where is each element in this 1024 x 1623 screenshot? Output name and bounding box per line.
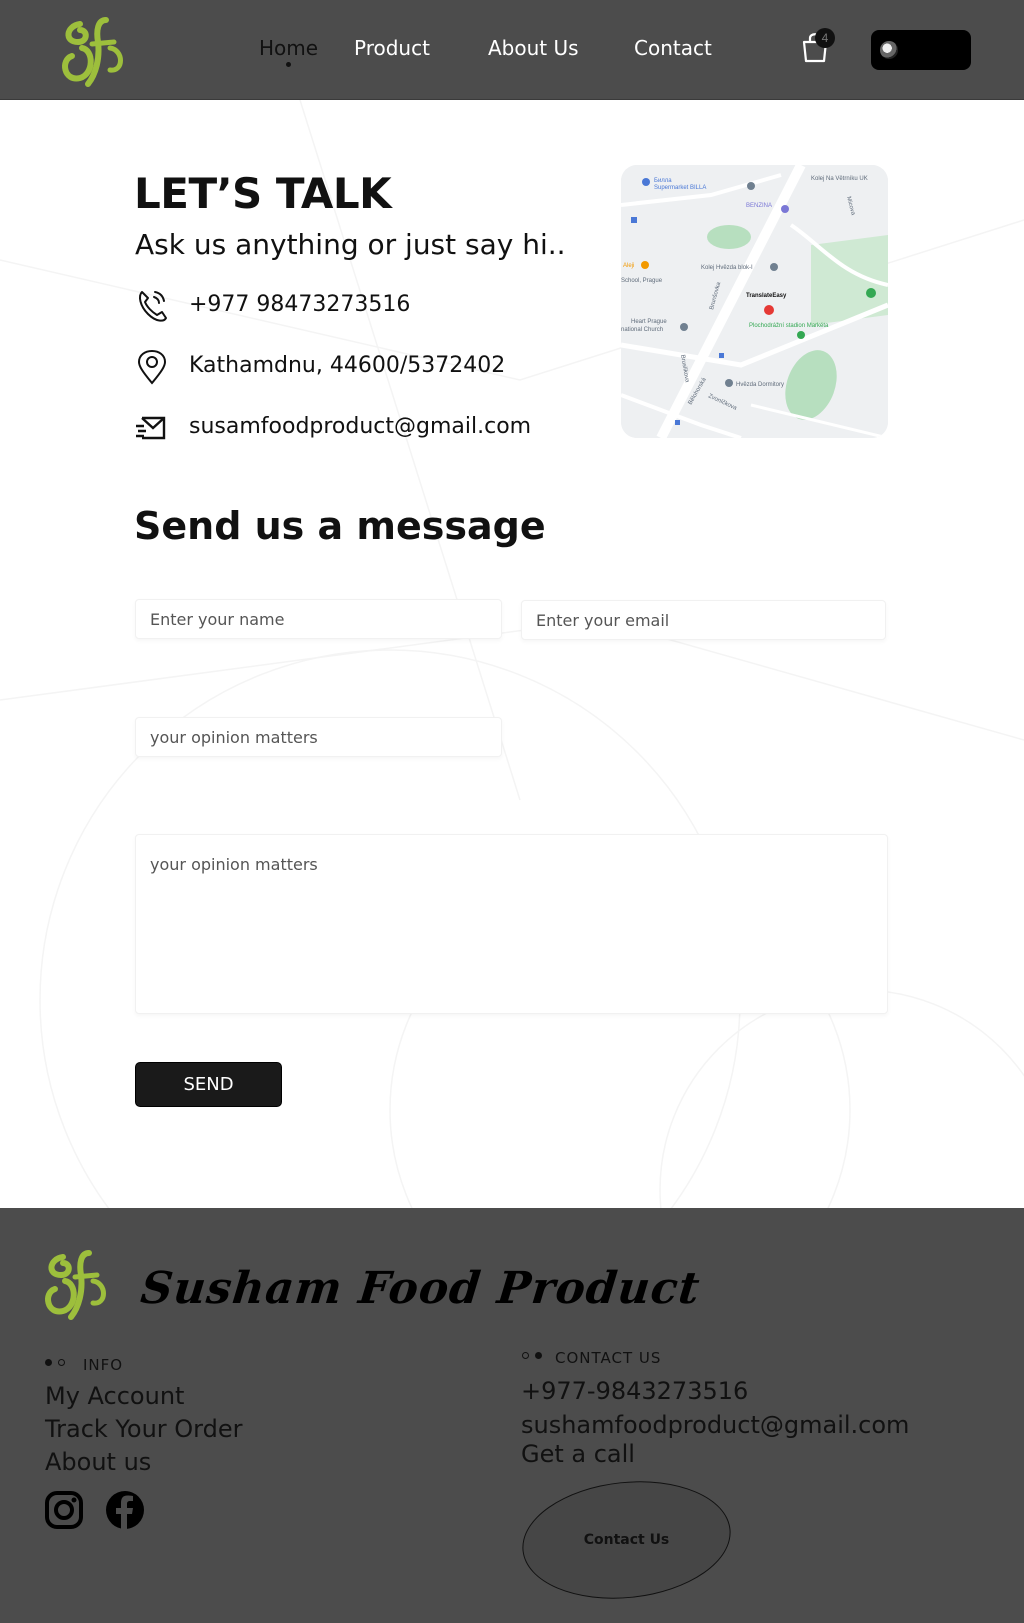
location-pin-icon <box>137 349 167 385</box>
map-label: Билла <box>654 178 672 184</box>
map-label: School, Prague <box>621 278 663 284</box>
get-a-call-link[interactable]: Get a call <box>521 1440 635 1468</box>
map-label: Plochodrážní stadion Markéta <box>749 323 829 329</box>
active-nav-indicator <box>286 62 291 67</box>
send-button[interactable]: SEND <box>135 1062 282 1107</box>
map-label: TranslateEasy <box>746 293 787 299</box>
instagram-icon[interactable] <box>44 1490 84 1530</box>
facebook-icon[interactable] <box>105 1490 145 1530</box>
mail-icon <box>136 416 166 440</box>
footer-email[interactable]: sushamfoodproduct@gmail.com <box>521 1411 909 1439</box>
map-label: Aleji <box>623 263 634 269</box>
name-input[interactable] <box>135 599 502 639</box>
phone-icon <box>139 291 167 322</box>
footer-link-track-order[interactable]: Track Your Order <box>45 1415 243 1443</box>
nav-contact[interactable]: Contact <box>634 36 712 60</box>
cart-count-badge: 4 <box>815 28 835 48</box>
info-heading: INFO <box>83 1356 124 1374</box>
nav-home[interactable]: Home <box>259 36 318 60</box>
info-dots-icon <box>45 1358 71 1368</box>
contact-us-label: Contact Us <box>583 1532 670 1548</box>
nav-about-us[interactable]: About Us <box>488 36 579 60</box>
map-label: Supermarket BILLA <box>654 185 706 191</box>
nav-product[interactable]: Product <box>354 36 430 60</box>
opinion-input[interactable] <box>135 717 502 757</box>
map-label: national Church <box>621 327 663 333</box>
address-text: Kathamdnu, 44600/5372402 <box>189 353 506 378</box>
map-graphic[interactable]: Kolej Na Větrníku UK Билла Supermarket B… <box>621 165 888 438</box>
map-label: Hvězda Dormitory <box>736 382 784 388</box>
message-textarea[interactable] <box>135 834 888 1014</box>
page-title: LET’S TALK <box>134 169 392 218</box>
brand-name: Susham Food Product <box>138 1263 703 1314</box>
site-header: Home Product About Us Contact 4 <box>0 0 1024 100</box>
contact-us-button[interactable]: Contact Us <box>516 1471 737 1609</box>
footer-link-my-account[interactable]: My Account <box>45 1382 184 1410</box>
site-footer: Susham Food Product INFO My Account Trac… <box>0 1208 1024 1623</box>
email-input[interactable] <box>521 600 886 640</box>
location-map[interactable]: Kolej Na Větrníku UK Билла Supermarket B… <box>621 165 888 438</box>
map-label: Kolej Hvězda blok-I <box>701 265 753 271</box>
map-label: BENZINA <box>746 203 772 209</box>
footer-link-about-us[interactable]: About us <box>45 1448 151 1476</box>
contact-dots-icon <box>522 1351 548 1361</box>
map-label: Heart Prague <box>631 319 667 325</box>
footer-phone[interactable]: +977-9843273516 <box>521 1377 748 1405</box>
contact-heading: CONTACT US <box>555 1349 662 1367</box>
sf-logo <box>45 1250 106 1320</box>
form-heading: Send us a message <box>134 504 546 548</box>
phone-number[interactable]: +977 98473273516 <box>189 292 410 317</box>
page-subtitle: Ask us anything or just say hi.. <box>135 228 566 261</box>
email-address[interactable]: susamfoodproduct@gmail.com <box>189 414 531 439</box>
map-label: Kolej Na Větrníku UK <box>811 176 868 182</box>
contact-page: LET’S TALK Ask us anything or just say h… <box>0 100 1024 1208</box>
user-avatar[interactable] <box>880 41 898 59</box>
